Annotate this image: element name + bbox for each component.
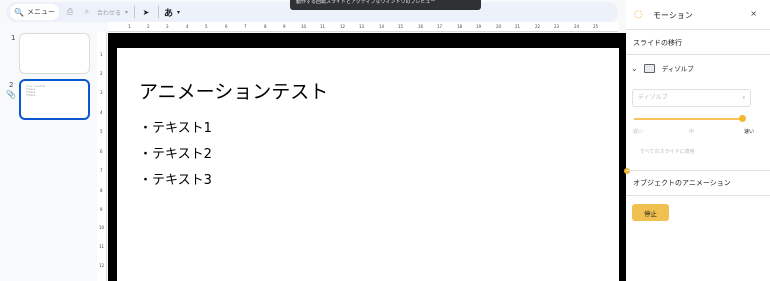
select-value: ディゾルブ [638, 94, 668, 101]
ruler-number: 21 [515, 24, 521, 29]
cursor-icon[interactable]: ➤ [140, 6, 152, 18]
slides-editor: 🔍 メニュー ⎙ ⌕ 合わせる ▾ ➤ あ ▾ 動作する回転スライドとアクティブ… [0, 0, 770, 281]
bullet-item: ・テキスト2 [139, 147, 212, 162]
slide-body[interactable]: ・テキスト1 ・テキスト2 ・テキスト3 [139, 117, 212, 195]
ruler-number: 24 [574, 24, 580, 29]
ruler-number: 22 [535, 24, 541, 29]
slide-number: 2 [9, 81, 14, 89]
speed-fast-label: 速い [744, 129, 755, 135]
ruler-number: 25 [593, 24, 599, 29]
ruler-number: 3 [100, 90, 103, 95]
ruler-number: 1 [128, 24, 131, 29]
slide-thumbnail-1[interactable] [19, 33, 90, 74]
zoom-icon[interactable]: ⌕ [81, 6, 93, 18]
ruler-number: 17 [437, 24, 443, 29]
ruler-number: 2 [147, 24, 150, 29]
ruler-number: 7 [100, 168, 103, 173]
fit-zoom-select[interactable]: 合わせる [97, 8, 121, 17]
divider [626, 29, 770, 30]
ruler-number: 2 [100, 71, 103, 76]
chevron-down-icon: ▾ [742, 95, 745, 101]
apply-all-button[interactable]: すべてのスライドに適用 [640, 148, 694, 155]
motion-icon: ◌ [634, 9, 643, 20]
divider [626, 54, 770, 55]
transition-effect-row[interactable]: ⌄ ディゾルブ [631, 63, 694, 73]
panel-title: モーション [653, 10, 693, 20]
focus-indicator [624, 168, 630, 174]
input-mode-button[interactable]: あ [164, 6, 173, 19]
ruler-number: 6 [225, 24, 228, 29]
chevron-down-icon[interactable]: ⌄ [631, 64, 638, 73]
speed-slow-label: 遅い [633, 129, 644, 135]
slide-title[interactable]: アニメーションテスト [139, 77, 328, 104]
thumbnail-content: アニメーションテスト テキスト1 テキスト2 テキスト3 [26, 86, 46, 98]
effect-name: ディゾルブ [661, 65, 694, 73]
object-animation-section-title: オブジェクトのアニメーション [633, 179, 731, 187]
ruler-number: 14 [379, 24, 385, 29]
toolbar-divider [158, 6, 159, 18]
motion-panel: ◌ モーション × スライドの移行 ⌄ ディゾルブ ディゾルブ ▾ 遅い 中 速… [624, 0, 770, 281]
ruler-number: 15 [398, 24, 404, 29]
chevron-down-icon: ▾ [124, 8, 128, 16]
ruler-number: 10 [99, 225, 105, 230]
slide-icon [643, 63, 655, 73]
ruler-number: 23 [554, 24, 560, 29]
panel-header: ◌ モーション [626, 0, 770, 30]
ruler-number: 11 [99, 244, 105, 249]
ruler-number: 1 [100, 52, 103, 57]
ruler-number: 13 [359, 24, 365, 29]
print-icon[interactable]: ⎙ [64, 6, 76, 18]
ruler-number: 10 [301, 24, 307, 29]
filmstrip: 1 2 📎 アニメーションテスト テキスト1 テキスト2 テキスト3 [0, 26, 100, 281]
animation-attachment-icon: 📎 [6, 90, 16, 99]
speed-slider-thumb[interactable] [739, 115, 746, 122]
speed-slider-track[interactable] [634, 118, 744, 120]
ruler-number: 5 [100, 129, 103, 134]
ruler-number: 19 [476, 24, 482, 29]
chevron-down-icon: ▾ [177, 8, 181, 16]
ruler-number: 4 [100, 110, 103, 115]
slide-canvas[interactable]: アニメーションテスト ・テキスト1 ・テキスト2 ・テキスト3 [117, 48, 619, 281]
ruler-number: 6 [100, 149, 103, 154]
bullet-item: ・テキスト3 [139, 173, 212, 188]
ruler-number: 7 [244, 24, 247, 29]
transition-type-select[interactable]: ディゾルブ ▾ [632, 89, 751, 107]
tooltip: 動作する回転スライドとアクティブなウィンドウのプレビュー [290, 0, 481, 10]
speed-medium-label: 中 [689, 129, 695, 135]
ruler-number: 4 [186, 24, 189, 29]
ruler-number: 11 [320, 24, 326, 29]
close-icon[interactable]: × [750, 9, 757, 18]
toolbar-divider [134, 6, 135, 18]
slide-thumbnail-2[interactable]: アニメーションテスト テキスト1 テキスト2 テキスト3 [19, 79, 90, 120]
ruler-number: 18 [457, 24, 463, 29]
ruler-number: 12 [99, 263, 105, 268]
horizontal-ruler[interactable]: 1 2 3 4 5 6 7 8 9 10 11 12 13 14 15 16 1… [108, 22, 618, 32]
menu-search-button[interactable]: 🔍 メニュー [10, 4, 59, 20]
ruler-number: 20 [496, 24, 502, 29]
thumbnail-line: テキスト3 [26, 95, 36, 97]
ruler-number: 16 [418, 24, 424, 29]
ruler-number: 8 [264, 24, 267, 29]
ruler-number: 8 [100, 188, 103, 193]
bullet-item: ・テキスト1 [139, 121, 212, 136]
search-icon: 🔍 [14, 7, 24, 17]
ruler-number: 3 [166, 24, 169, 29]
divider [626, 195, 770, 196]
ruler-number: 9 [100, 207, 103, 212]
vertical-ruler[interactable]: 1 2 3 4 5 6 7 8 9 10 11 12 [97, 32, 107, 281]
transition-section-title: スライドの移行 [633, 39, 682, 47]
ruler-number: 12 [340, 24, 346, 29]
slide-number: 1 [11, 34, 16, 42]
divider [626, 170, 770, 171]
ruler-number: 9 [283, 24, 286, 29]
ruler-number: 5 [205, 24, 208, 29]
menu-label: メニュー [26, 8, 55, 16]
stop-button[interactable]: 停止 [632, 204, 669, 221]
